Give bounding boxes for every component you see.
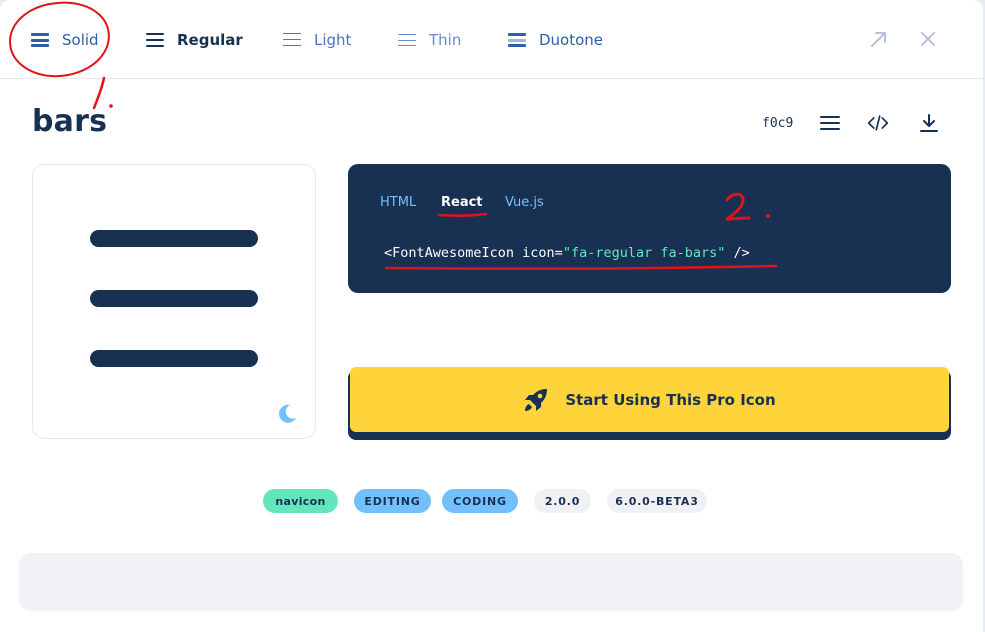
- style-selector-bar: Solid Regular Light Thin Duotone: [0, 0, 983, 79]
- icon-detail-modal: Solid Regular Light Thin Duotone bars f0…: [0, 0, 983, 632]
- code-prefix: <FontAwesomeIcon icon=: [384, 245, 563, 261]
- bars-glyph-bar: [90, 350, 258, 367]
- code-suffix: />: [725, 245, 750, 261]
- bars-glyph-bar: [90, 230, 258, 247]
- tag-navicon[interactable]: navicon: [263, 489, 338, 513]
- style-tab-thin[interactable]: Thin: [398, 28, 461, 52]
- code-snippet[interactable]: <FontAwesomeIcon icon="fa-regular fa-bar…: [384, 245, 750, 261]
- style-tab-label: Duotone: [539, 31, 604, 49]
- cta-label: Start Using This Pro Icon: [565, 390, 776, 409]
- tag-version-updated[interactable]: 6.0.0-BETA3: [607, 489, 707, 513]
- style-tab-light[interactable]: Light: [283, 28, 351, 52]
- moon-icon[interactable]: [276, 403, 298, 425]
- bottom-panel: [19, 553, 963, 611]
- tag-coding[interactable]: CODING: [442, 489, 518, 513]
- icon-preview: [32, 164, 316, 439]
- bars-light-icon: [283, 33, 301, 47]
- start-using-pro-icon-button[interactable]: Start Using This Pro Icon: [350, 367, 949, 432]
- expand-icon[interactable]: [869, 29, 889, 49]
- bars-regular-icon: [146, 33, 164, 47]
- style-tab-label: Regular: [177, 31, 243, 49]
- list-icon[interactable]: [819, 113, 841, 133]
- rocket-icon: [525, 388, 548, 411]
- style-tab-duotone[interactable]: Duotone: [508, 28, 603, 52]
- style-tab-regular[interactable]: Regular: [146, 28, 243, 52]
- bars-thin-icon: [398, 33, 416, 47]
- icon-title: bars: [32, 104, 108, 139]
- code-value: "fa-regular fa-bars": [562, 245, 726, 261]
- code-icon[interactable]: [867, 113, 889, 133]
- code-tab-vue[interactable]: Vue.js: [505, 195, 544, 210]
- code-tab-html[interactable]: HTML: [380, 195, 416, 210]
- download-icon[interactable]: [918, 113, 940, 133]
- tag-editing[interactable]: EDITING: [354, 489, 431, 513]
- bars-duotone-icon: [508, 33, 526, 47]
- code-tab-react[interactable]: React: [441, 195, 483, 210]
- bars-glyph-bar: [90, 290, 258, 307]
- icon-unicode[interactable]: f0c9: [762, 116, 793, 131]
- code-snippet-panel: HTML React Vue.js <FontAwesomeIcon icon=…: [348, 164, 951, 293]
- tag-version-added[interactable]: 2.0.0: [534, 489, 591, 513]
- style-tab-label: Light: [314, 31, 352, 49]
- close-icon[interactable]: [918, 29, 938, 49]
- style-tab-label: Thin: [429, 31, 462, 49]
